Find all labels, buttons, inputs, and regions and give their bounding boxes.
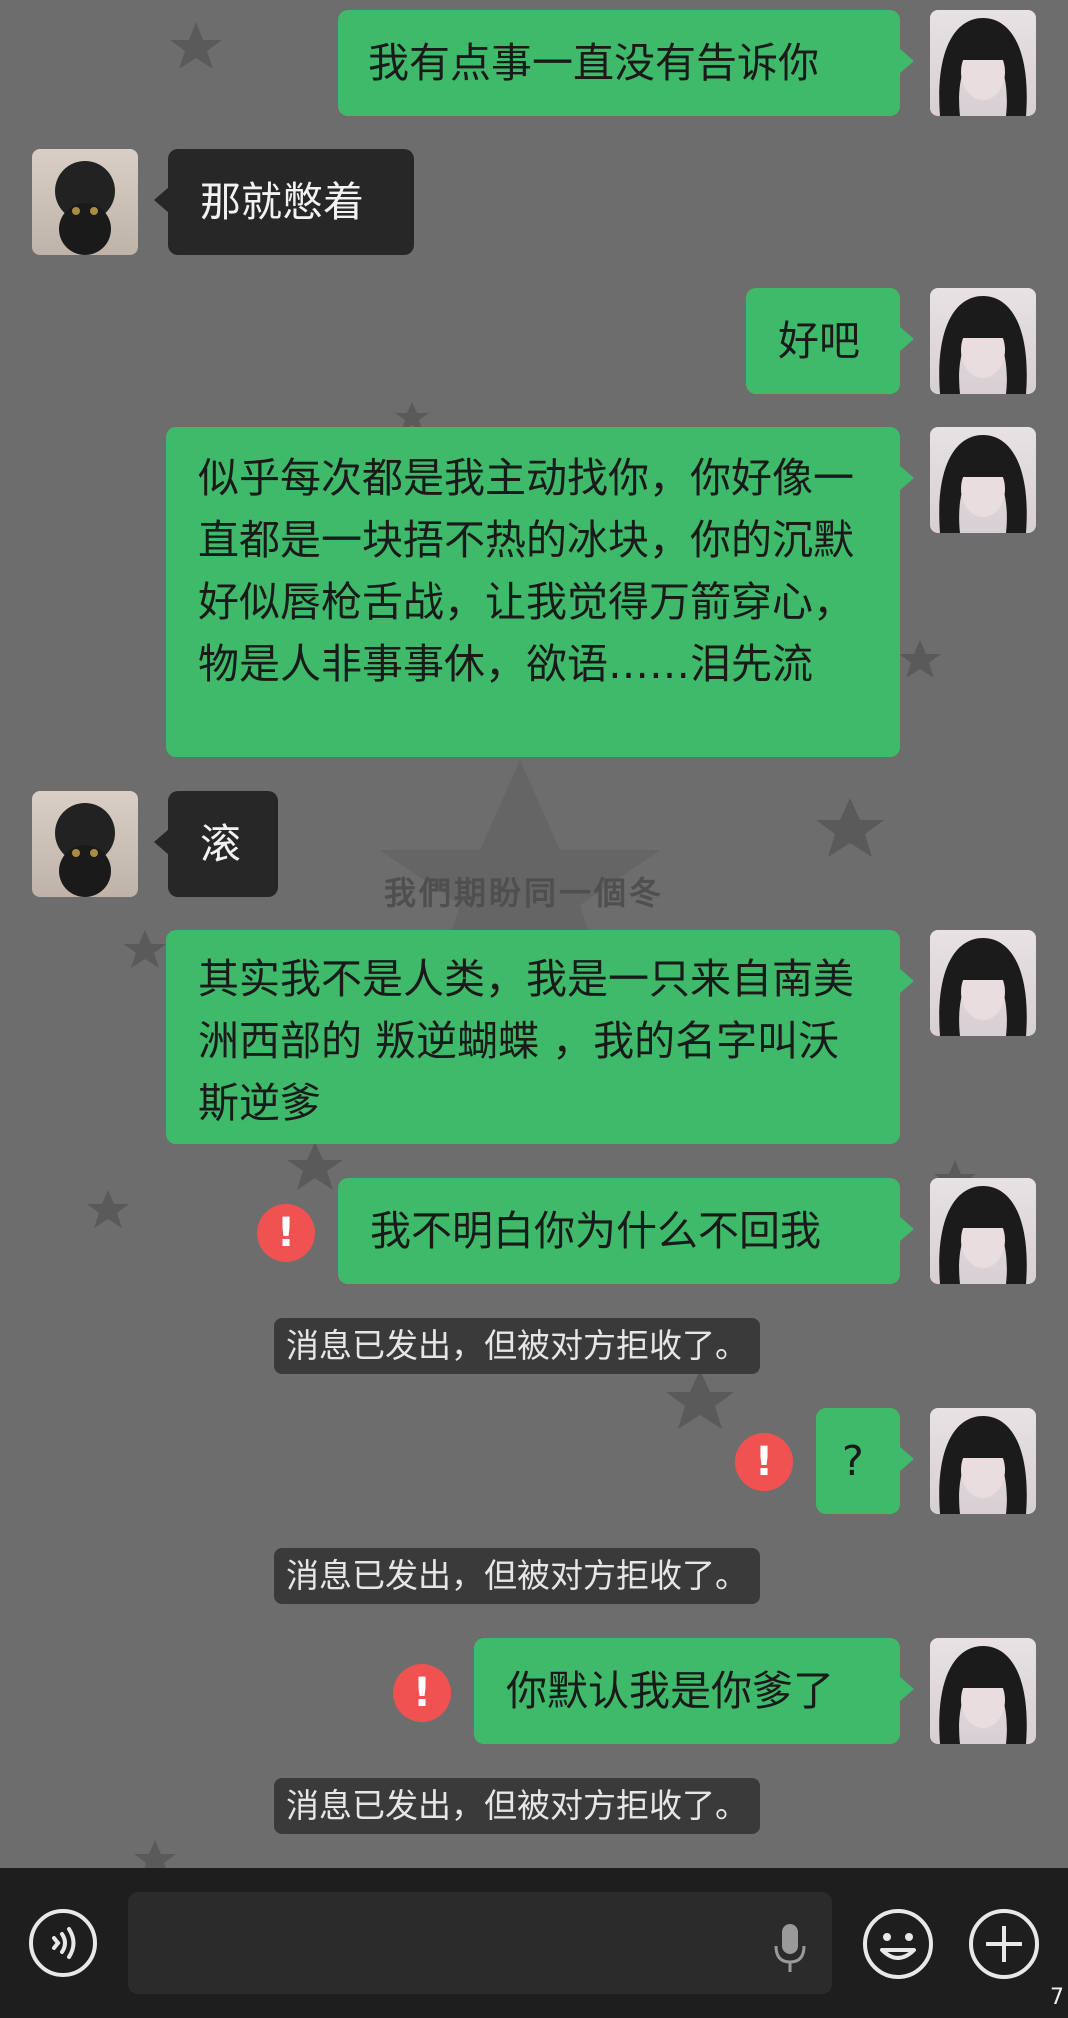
star-decoration [134,1840,176,1868]
my-avatar[interactable] [930,1408,1036,1514]
message-bubble[interactable]: ? [816,1408,914,1514]
message-input[interactable] [128,1892,832,1994]
chat-input-bar: 7 [0,1868,1068,2018]
star-decoration [666,1370,734,1429]
page-number: 7 [1050,1985,1064,2010]
background-watermark: 我們期盼同一個冬 [384,874,665,912]
microphone-icon[interactable] [772,1922,808,1974]
message-bubble[interactable]: 你默认我是你爹了 [474,1638,914,1744]
message-bubble[interactable]: 我有点事一直没有告诉你 [338,10,914,116]
star-decoration [170,22,222,69]
my-avatar[interactable] [930,10,1036,116]
message-bubble[interactable]: 那就憋着 [154,149,414,255]
message-bubble[interactable]: 好吧 [746,288,914,394]
avatar-image [939,296,1027,394]
contact-avatar[interactable] [32,149,138,255]
star-decoration [816,798,884,857]
star-decoration [287,1142,343,1190]
star-decoration [87,1190,129,1228]
message-bubble[interactable]: 我不明白你为什么不回我 [338,1178,914,1284]
rejected-notice: 消息已发出，但被对方拒收了。 [274,1778,760,1834]
send-failed-icon[interactable]: ! [257,1204,315,1262]
star-decoration [899,640,941,678]
voice-icon[interactable] [28,1908,98,1978]
my-avatar[interactable] [930,288,1036,394]
send-failed-icon[interactable]: ! [735,1433,793,1491]
emoji-icon[interactable] [862,1908,934,1980]
my-avatar[interactable] [930,1178,1036,1284]
avatar-image [939,435,1027,533]
plus-icon[interactable] [968,1908,1040,1980]
avatar-image [939,1646,1027,1744]
star-decoration [124,930,166,968]
send-failed-icon[interactable]: ! [393,1664,451,1722]
message-bubble[interactable]: 似乎每次都是我主动找你，你好像一直都是一块捂不热的冰块，你的沉默好似唇枪舌战，让… [166,427,914,757]
message-bubble[interactable]: 其实我不是人类，我是一只来自南美洲西部的 叛逆蝴蝶 ，我的名字叫沃斯逆爹 [166,930,914,1144]
rejected-notice: 消息已发出，但被对方拒收了。 [274,1318,760,1374]
avatar-image [939,1416,1027,1514]
avatar-image [939,1186,1027,1284]
my-avatar[interactable] [930,427,1036,533]
avatar-image [939,938,1027,1036]
my-avatar[interactable] [930,1638,1036,1744]
contact-avatar[interactable] [32,791,138,897]
avatar-image [939,18,1027,116]
message-bubble[interactable]: 滚 [154,791,278,897]
my-avatar[interactable] [930,930,1036,1036]
avatar-image [55,803,115,897]
rejected-notice: 消息已发出，但被对方拒收了。 [274,1548,760,1604]
avatar-image [55,161,115,255]
